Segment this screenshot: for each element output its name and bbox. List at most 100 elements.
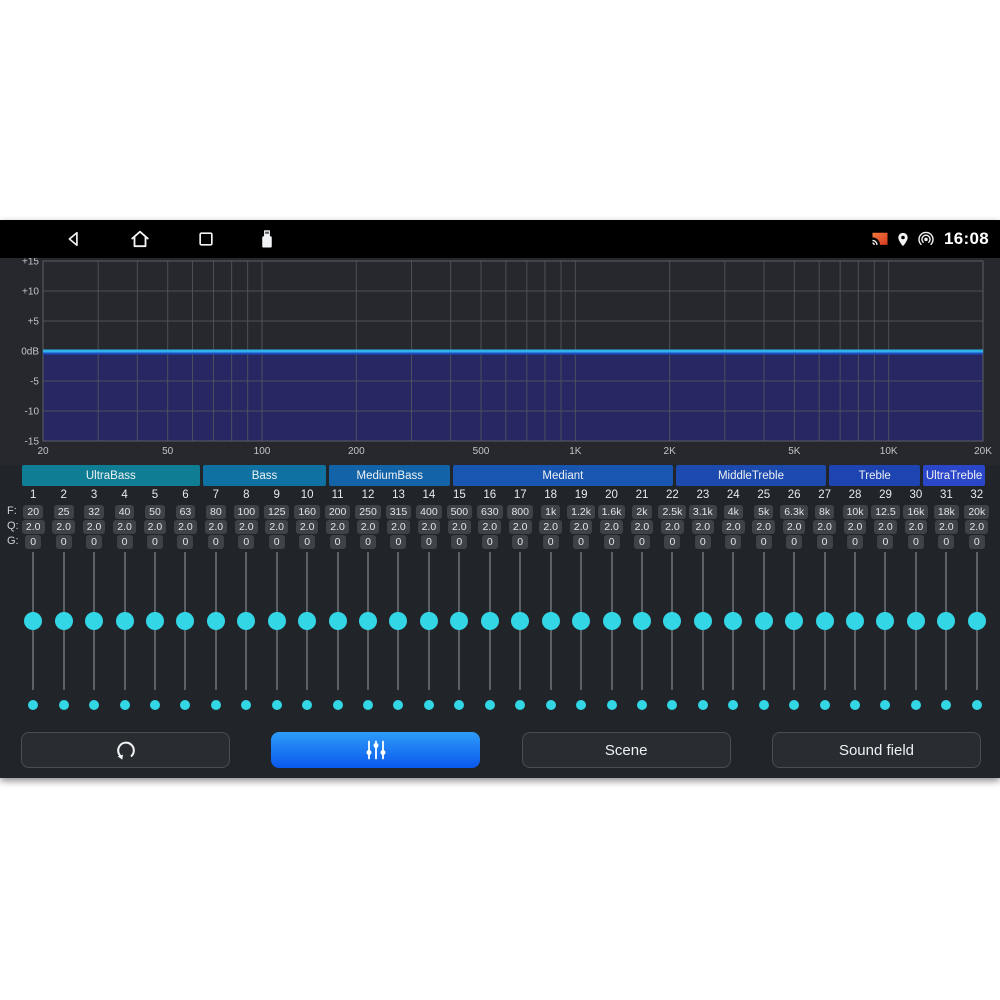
slider-thumb[interactable]: [663, 612, 681, 630]
band-number: 28: [840, 487, 870, 503]
svg-text:20: 20: [37, 446, 49, 457]
band-indicator-dot: [911, 700, 921, 710]
band-indicator-dot: [667, 700, 677, 710]
status-time: 16:08: [944, 229, 989, 249]
q-chip: 2.0: [631, 520, 654, 534]
freq-chip: 315: [386, 505, 412, 519]
scene-button[interactable]: Scene: [522, 732, 731, 768]
q-chip: 2.0: [509, 520, 532, 534]
slider-thumb[interactable]: [876, 612, 894, 630]
freq-chip: 10k: [843, 505, 868, 519]
svg-text:1K: 1K: [569, 446, 582, 457]
gain-chip: 0: [360, 535, 376, 549]
slider-thumb[interactable]: [55, 612, 73, 630]
gain-chip: 0: [56, 535, 72, 549]
q-chip: 2.0: [265, 520, 288, 534]
slider-thumb[interactable]: [694, 612, 712, 630]
q-chip: 2.0: [813, 520, 836, 534]
slider-thumb[interactable]: [603, 612, 621, 630]
bottom-buttons-row: Scene Sound field: [21, 732, 981, 768]
recents-button[interactable]: [193, 220, 219, 258]
freq-chip: 50: [145, 505, 165, 519]
home-icon: [129, 228, 151, 250]
q-chip: 2.0: [387, 520, 410, 534]
reset-button[interactable]: [21, 732, 230, 768]
back-button[interactable]: [61, 220, 87, 258]
slider-thumb[interactable]: [450, 612, 468, 630]
freq-chip: 8k: [815, 505, 834, 519]
freq-chip: 20k: [964, 505, 989, 519]
band-number: 13: [383, 487, 413, 503]
slider-thumb[interactable]: [633, 612, 651, 630]
q-chip: 2.0: [205, 520, 228, 534]
slider-thumb[interactable]: [542, 612, 560, 630]
slider-thumb[interactable]: [359, 612, 377, 630]
band-number: 20: [596, 487, 626, 503]
q-chip: 2.0: [692, 520, 715, 534]
slider-thumb[interactable]: [176, 612, 194, 630]
slider-thumb[interactable]: [968, 612, 986, 630]
band-indicator-dot: [59, 700, 69, 710]
band-number: 2: [48, 487, 78, 503]
band-indicator-dot: [728, 700, 738, 710]
band-number: 18: [535, 487, 565, 503]
q-chip: 2.0: [22, 520, 45, 534]
location-icon: [895, 230, 911, 249]
sound-field-button-label: Sound field: [839, 742, 914, 759]
gain-chip: 0: [664, 535, 680, 549]
slider-thumb[interactable]: [146, 612, 164, 630]
band-groups-row: UltraBassBassMediumBassMediantMiddleTreb…: [22, 465, 985, 486]
slider-thumb[interactable]: [511, 612, 529, 630]
slider-thumb[interactable]: [816, 612, 834, 630]
slider-thumb[interactable]: [24, 612, 42, 630]
slider-thumb[interactable]: [85, 612, 103, 630]
slider-thumb[interactable]: [907, 612, 925, 630]
equalizer-tab-button[interactable]: [271, 732, 480, 768]
slider-thumb[interactable]: [268, 612, 286, 630]
slider-thumb[interactable]: [207, 612, 225, 630]
gain-chip: 0: [451, 535, 467, 549]
band-indicator-dot: [89, 700, 99, 710]
gain-chip: 0: [877, 535, 893, 549]
band-indicator-dot: [850, 700, 860, 710]
band-indicator-dot: [302, 700, 312, 710]
usb-icon: [254, 220, 280, 258]
slider-thumb[interactable]: [237, 612, 255, 630]
q-chip: 2.0: [418, 520, 441, 534]
slider-thumb[interactable]: [572, 612, 590, 630]
slider-thumb[interactable]: [116, 612, 134, 630]
slider-thumb[interactable]: [481, 612, 499, 630]
band-number: 3: [79, 487, 109, 503]
band-number: 4: [109, 487, 139, 503]
sound-field-button[interactable]: Sound field: [772, 732, 981, 768]
freq-chip: 80: [206, 505, 226, 519]
q-chip: 2.0: [357, 520, 380, 534]
band-indicator-dot: [28, 700, 38, 710]
freq-chip: 500: [447, 505, 473, 519]
freq-chip: 63: [176, 505, 196, 519]
slider-thumb[interactable]: [937, 612, 955, 630]
band-indicator-dot: [393, 700, 403, 710]
slider-thumb[interactable]: [724, 612, 742, 630]
slider-thumb[interactable]: [755, 612, 773, 630]
gain-chip: 0: [756, 535, 772, 549]
slider-thumb[interactable]: [846, 612, 864, 630]
home-button[interactable]: [127, 220, 153, 258]
gain-chip: 0: [269, 535, 285, 549]
band-number: 11: [322, 487, 352, 503]
band-number: 8: [231, 487, 261, 503]
band-number: 12: [353, 487, 383, 503]
slider-thumb[interactable]: [785, 612, 803, 630]
slider-thumb[interactable]: [420, 612, 438, 630]
freq-chip: 16k: [903, 505, 928, 519]
eq-plot: +15+10+50dB-5-10-1520501002005001K2K5K10…: [0, 258, 1000, 464]
slider-thumb[interactable]: [329, 612, 347, 630]
gain-chip: 0: [908, 535, 924, 549]
band-number: 9: [262, 487, 292, 503]
slider-thumb[interactable]: [298, 612, 316, 630]
freq-chip: 100: [234, 505, 260, 519]
band-indicator-dot: [150, 700, 160, 710]
svg-text:20K: 20K: [974, 446, 992, 457]
q-chip: 2.0: [844, 520, 867, 534]
slider-thumb[interactable]: [389, 612, 407, 630]
